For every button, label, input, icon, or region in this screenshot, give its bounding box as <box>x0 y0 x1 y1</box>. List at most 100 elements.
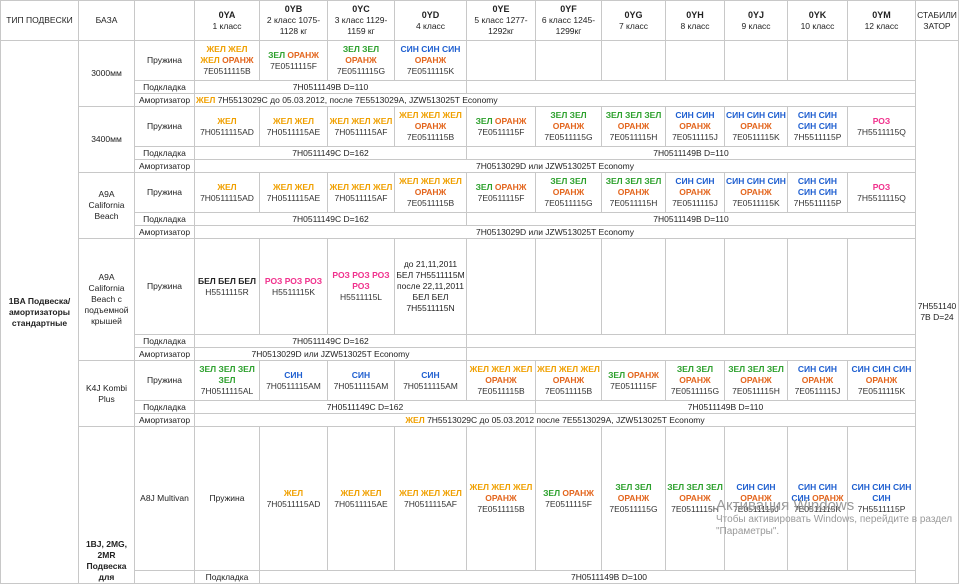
spring-cell: ЖЕЛ ЖЕЛ ЖЕЛ 7H0511115AF <box>327 106 395 147</box>
spring-part-number: 7E0511115B <box>406 132 455 142</box>
spring-marking-color: ЗЕЛ ЗЕЛ <box>550 176 587 186</box>
spring-cell: ЖЕЛ ЖЕЛ 7H0511115AE <box>327 426 395 571</box>
spring-part-number: H5511115K <box>271 286 315 297</box>
spring-cell: ЖЕЛ ЖЕЛ ЖЕЛ ОРАНЖ 7E0511115B <box>394 172 467 213</box>
base-a8j: A8J Multivan <box>134 426 195 571</box>
spring-cell: СИН СИН ОРАНЖ 7E0511115J <box>665 172 725 213</box>
spring-cell: СИН СИН ОРАНЖ 7E0511115J <box>665 106 725 147</box>
spring-part-number: 7H0511115AE <box>266 126 321 137</box>
spring-cell: ЖЕЛ ЖЕЛ ЖЕЛ ОРАНЖ 7E0511115B <box>466 360 536 401</box>
shock-value: 7H0513029D или JZW513025T Economy <box>194 159 916 173</box>
spring-marking-color: СИН <box>351 369 371 380</box>
spring-part-number: 7E0511115J <box>794 386 841 396</box>
spring-marking: СИН СИН СИН ОРАНЖ <box>726 110 786 132</box>
spring-cell: ЗЕЛ ЗЕЛ ОРАНЖ 7E0511115G <box>601 426 666 571</box>
pad-value: 7H0511149B D=110 <box>194 80 467 94</box>
spring-cell: ЖЕЛ ЖЕЛ 7H0511115AE <box>259 106 328 147</box>
base-3400: 3400мм <box>78 106 135 173</box>
spring-part-number: 7E0511115H <box>732 386 780 396</box>
row-a8j-spring: 1BJ, 2MG, 2MR Подвеска для A8J Multivan … <box>1 426 959 584</box>
row-a9a-shock: Амортизатор 7H0513029D или JZW513025T Ec… <box>1 225 959 239</box>
spring-part-number: 7E0511115B <box>477 386 525 396</box>
base-k4j: K4J Kombi Plus <box>78 360 135 427</box>
spring-marking: ЖЕЛ ЖЕЛ ЖЕЛ ОРАНЖ <box>196 44 258 66</box>
spring-cell: ЖЕЛ ЖЕЛ ЖЕЛ ОРАНЖ 7E0511115B <box>466 426 536 571</box>
pad-value-right: 7H0511149B D=110 <box>535 400 916 414</box>
spring-cell: ЗЕЛ ЗЕЛ ОРАНЖ 7E0511115G <box>327 40 395 81</box>
spring-part-number: 7E0511115B <box>544 386 593 396</box>
spring-marking-color: ЗЕЛ ЗЕЛ <box>342 44 380 54</box>
header-class-0yj: 0YJ 9 класс <box>724 0 788 41</box>
label-spring: Пружина <box>134 106 195 147</box>
spring-marking-color: ОРАНЖ <box>679 187 711 197</box>
spring-marking: ЗЕЛ ЗЕЛ ОРАНЖ <box>329 44 393 66</box>
spring-cell: до 21,11,2011 БЕЛ 7H5511115M после 22,11… <box>394 238 467 335</box>
row-a8j-pad: Подкладка 7H0511149B D=100 <box>1 570 959 584</box>
label-pad: Подкладка <box>134 334 195 348</box>
spring-cell: СИН СИН ОРАНЖ 7E0511115J <box>724 426 788 571</box>
spring-marking-color: ОРАНЖ <box>740 375 772 385</box>
spring-marking-color: ЖЕЛ ЖЕЛ <box>273 115 314 126</box>
row-a9a-roof-shock: Амортизатор 7H0513029D или JZW513025T Ec… <box>1 347 959 361</box>
label-shock: Амортизатор <box>134 159 195 173</box>
spring-marking: ЗЕЛ ЗЕЛ ОРАНЖ <box>667 364 723 386</box>
spring-marking-color: РОЗ <box>352 281 370 291</box>
spring-cell: БЕЛ БЕЛ БЕЛ H5511115R <box>194 238 260 335</box>
spring-marking-color: ЗЕЛ <box>543 487 561 498</box>
spring-marking-color: ЗЕЛ ЗЕЛ ЗЕЛ <box>667 482 723 492</box>
spring-marking: СИН СИН ОРАНЖ <box>726 482 786 504</box>
spring-marking: РОЗ РОЗ РОЗ <box>261 276 326 287</box>
pad-value-right: 7H0511149B D=110 <box>466 212 916 226</box>
label-spring: Пружина <box>134 360 195 401</box>
spring-part-number: 7E0511115F <box>270 60 317 71</box>
label-spring: Пружина <box>134 172 195 213</box>
spring-marking-color: ОРАНЖ <box>287 49 319 60</box>
spring-marking-color: ОРАНЖ <box>740 493 772 503</box>
spring-marking-color: ЗЕЛ ЗЕЛ ЗЕЛ <box>605 176 662 186</box>
spring-cell: ЗЕЛ ЗЕЛ ЗЕЛ ЗЕЛ 7H0511115AL <box>194 360 260 401</box>
spring-marking: ЖЕЛ ЖЕЛ ЖЕЛ ОРАНЖ <box>468 482 534 504</box>
spring-marking-color: ЗЕЛ ЗЕЛ ЗЕЛ <box>728 364 784 374</box>
spring-marking-color: ЗЕЛ <box>268 49 286 60</box>
spring-marking-color: ОРАНЖ <box>679 121 711 131</box>
spring-marking: ЖЕЛ <box>196 182 258 193</box>
spring-marking: ЗЕЛ ЗЕЛ ЗЕЛ ЗЕЛ <box>196 364 258 386</box>
spring-marking-color: ЗЕЛ <box>475 181 493 192</box>
spring-part-number: 7H5511115Q <box>857 192 906 203</box>
spring-cell: ЖЕЛ 7H0511115AD <box>259 426 328 571</box>
header-class-0ye: 0YE 5 класс 1277-1292кг <box>466 0 536 41</box>
spring-marking: СИН СИН ОРАНЖ <box>667 176 723 198</box>
spring-marking-color: ЖЕЛ <box>217 115 237 126</box>
spring-marking: СИН <box>261 370 326 381</box>
spring-part-number: 7E0511115F <box>477 192 525 203</box>
spring-marking: РОЗ <box>849 182 914 193</box>
spring-part-number: 7E0511115F <box>477 126 525 137</box>
spring-marking-color: СИН <box>818 187 838 197</box>
header-class-0yc: 0YC 3 класс 1129-1159 кг <box>327 0 395 41</box>
shock-value: 7H0513029D или JZW513025T Economy <box>194 225 916 239</box>
spring-marking: СИН СИН СИН СИН <box>849 482 914 504</box>
spring-cell: ЗЕЛ ОРАНЖ 7E0511115F <box>601 360 666 401</box>
label-spring: Пружина <box>134 40 195 81</box>
stabilizer-value: 7H5511407B D=24 <box>915 40 959 584</box>
spring-marking-color: ОРАНЖ <box>494 181 527 192</box>
pad-value-left: 7H0511149C D=162 <box>194 400 536 414</box>
spring-marking-color: СИН <box>421 369 440 380</box>
spring-marking-color: СИН СИН <box>736 482 776 492</box>
suspension-table: ТИП ПОДВЕСКИ БАЗА 0YA 1 класс 0YB 2 класс … <box>0 0 959 584</box>
spring-marking-color: ЖЕЛ ЖЕЛ ЖЕЛ <box>537 364 600 374</box>
shock-value: ЖЕЛ 7H5513029C до 05.03.2012, после 7E55… <box>194 93 916 107</box>
row-3000-pad: Подкладка 7H0511149B D=110 <box>1 80 959 94</box>
spring-cell: СИН СИН СИН ОРАНЖ 7E0511115K <box>787 426 848 571</box>
spring-marking-color: ОРАНЖ <box>414 55 447 65</box>
spring-part-number: 7H0511115AF <box>334 192 388 203</box>
spring-marking-color: СИН СИН СИН <box>726 176 786 186</box>
spring-marking-color: ОРАНЖ <box>812 493 844 503</box>
spring-marking-color: СИН <box>284 369 303 380</box>
spring-marking-color: ЖЕЛ ЖЕЛ ЖЕЛ <box>399 176 462 186</box>
spring-marking: ЗЕЛ ОРАНЖ <box>468 116 534 127</box>
spring-cell: РОЗ РОЗ РОЗ РОЗ H5511115L <box>327 238 395 335</box>
base-3000: 3000мм <box>78 40 135 107</box>
spring-cell: ЗЕЛ ЗЕЛ ЗЕЛ ОРАНЖ 7E0511115H <box>724 360 788 401</box>
spring-marking: ЗЕЛ ЗЕЛ ЗЕЛ ОРАНЖ <box>603 110 664 132</box>
